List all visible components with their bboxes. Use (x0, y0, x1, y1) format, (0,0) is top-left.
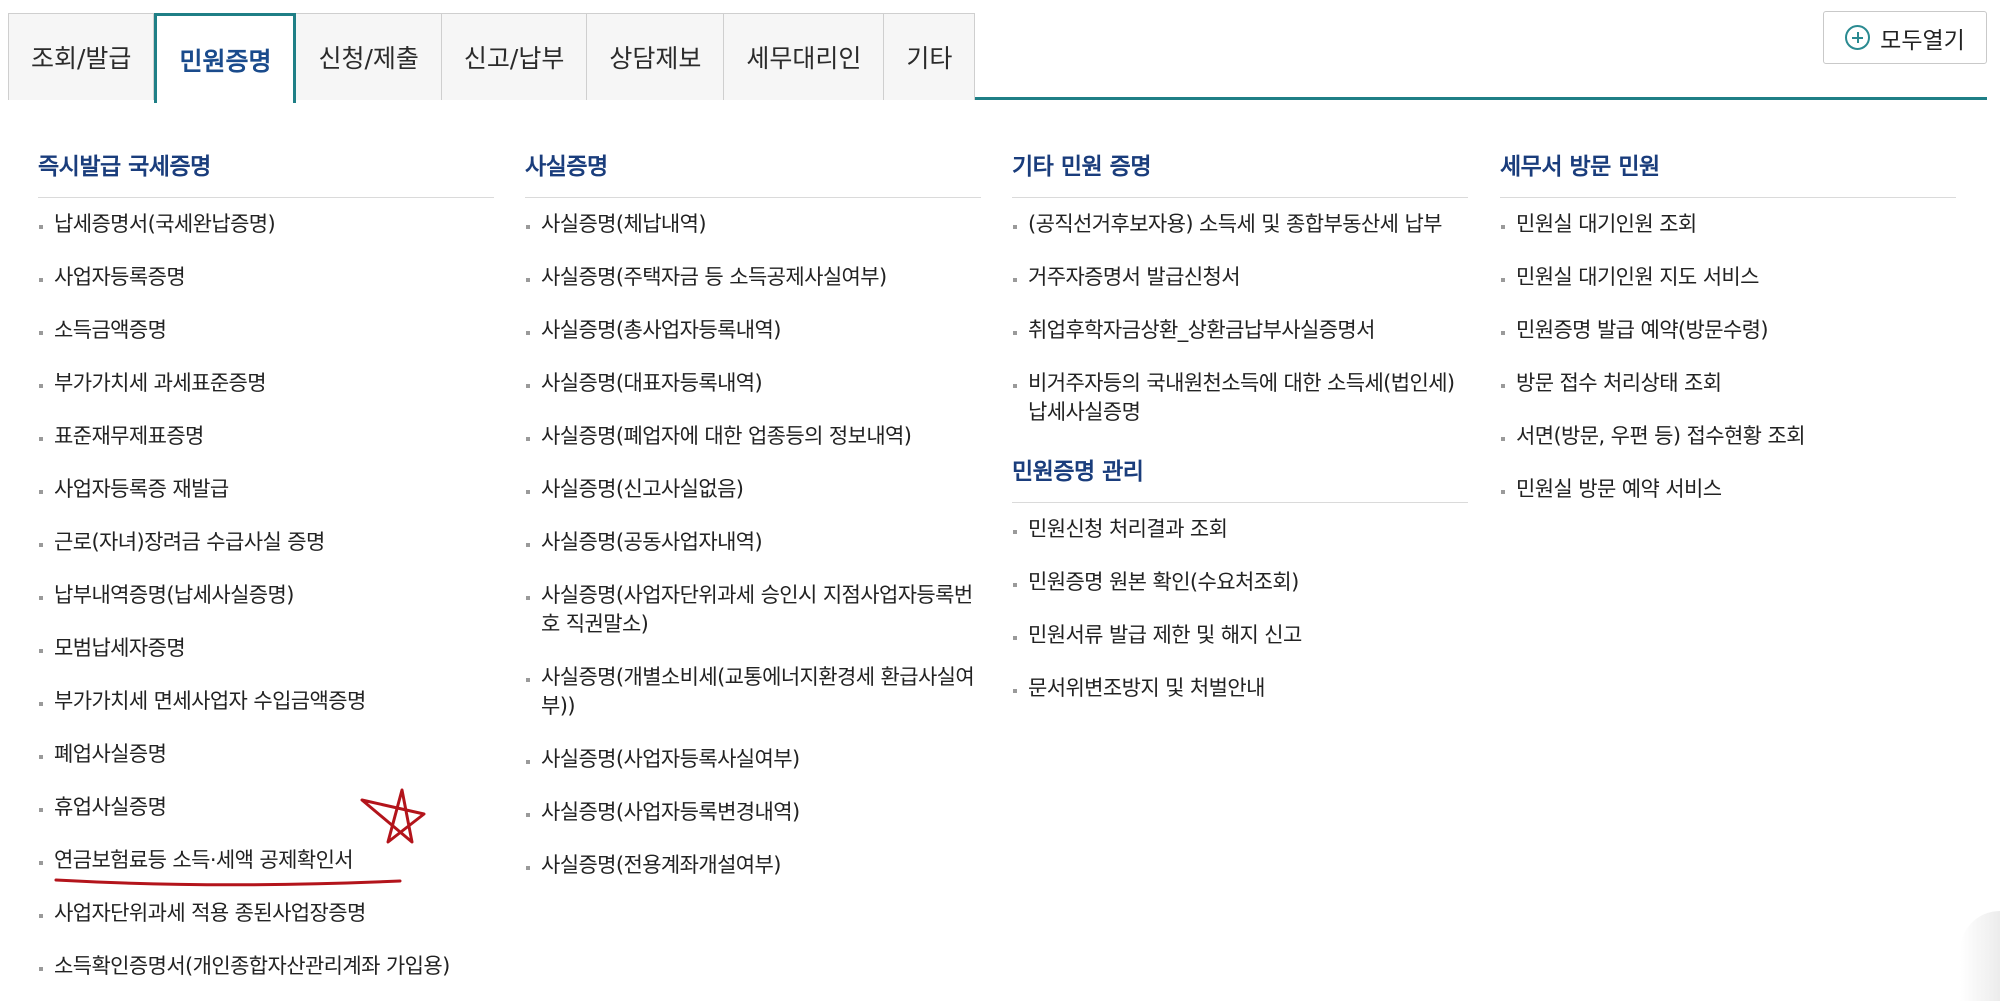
list-item[interactable]: 사실증명(공동사업자내역) (525, 528, 981, 557)
expand-all-label: 모두열기 (1880, 27, 1965, 54)
list-item[interactable]: 비거주자등의 국내원천소득에 대한 소득세(법인세) 납세사실증명 (1012, 369, 1468, 427)
list-item[interactable]: 민원실 대기인원 조회 (1500, 210, 1956, 239)
list-item[interactable]: 민원서류 발급 제한 및 해지 신고 (1012, 621, 1468, 650)
list-item[interactable]: 사실증명(사업자단위과세 승인시 지점사업자등록번호 직권말소) (525, 581, 981, 639)
list-item[interactable]: 문서위변조방지 및 처벌안내 (1012, 674, 1468, 703)
column-tax-office-visit: 세무서 방문 민원 민원실 대기인원 조회 민원실 대기인원 지도 서비스 민원… (1500, 148, 1956, 528)
item-list: 납세증명서(국세완납증명) 사업자등록증명 소득금액증명 부가가치세 과세표준증… (38, 210, 494, 981)
list-item[interactable]: 민원신청 처리결과 조회 (1012, 515, 1468, 544)
column-other-civil-certificates: 기타 민원 증명 (공직선거후보자용) 소득세 및 종합부동산세 납부 거주자증… (1012, 148, 1468, 727)
tab-list: 조회/발급 민원증명 신청/제출 신고/납부 상담제보 세무대리인 기타 (8, 13, 1987, 106)
list-item[interactable]: 민원증명 원본 확인(수요처조회) (1012, 568, 1468, 597)
list-item[interactable]: 사실증명(사업자등록사실여부) (525, 745, 981, 774)
list-item[interactable]: 소득확인증명서(개인종합자산관리계좌 가입용) (38, 952, 494, 981)
item-list: (공직선거후보자용) 소득세 및 종합부동산세 납부 거주자증명서 발급신청서 … (1012, 210, 1468, 427)
page-fold-shadow (1960, 911, 2000, 1001)
list-item[interactable]: 사업자등록증 재발급 (38, 475, 494, 504)
item-list: 민원실 대기인원 조회 민원실 대기인원 지도 서비스 민원증명 발급 예약(방… (1500, 210, 1956, 504)
list-item[interactable]: 부가가치세 과세표준증명 (38, 369, 494, 398)
list-item[interactable]: 납부내역증명(납세사실증명) (38, 581, 494, 610)
menu-tab-bar: 조회/발급 민원증명 신청/제출 신고/납부 상담제보 세무대리인 기타 (8, 13, 1987, 106)
item-list: 사실증명(체납내역) 사실증명(주택자금 등 소득공제사실여부) 사실증명(총사… (525, 210, 981, 880)
tab-tax-agent[interactable]: 세무대리인 (724, 13, 885, 100)
list-item[interactable]: 모범납세자증명 (38, 634, 494, 663)
tab-lookup-issue[interactable]: 조회/발급 (8, 13, 155, 100)
section-title: 즉시발급 국세증명 (38, 148, 494, 198)
list-item[interactable]: 사실증명(사업자등록변경내역) (525, 798, 981, 827)
page-root: 조회/발급 민원증명 신청/제출 신고/납부 상담제보 세무대리인 기타 모두열… (0, 0, 2000, 1001)
list-item[interactable]: 표준재무제표증명 (38, 422, 494, 451)
item-list: 민원신청 처리결과 조회 민원증명 원본 확인(수요처조회) 민원서류 발급 제… (1012, 515, 1468, 703)
list-item[interactable]: 민원증명 발급 예약(방문수령) (1500, 316, 1956, 345)
section-title: 세무서 방문 민원 (1500, 148, 1956, 198)
column-instant-tax-certificates: 즉시발급 국세증명 납세증명서(국세완납증명) 사업자등록증명 소득금액증명 부… (38, 148, 494, 1001)
list-item[interactable]: 사업자단위과세 적용 종된사업장증명 (38, 899, 494, 928)
list-item[interactable]: 민원실 방문 예약 서비스 (1500, 475, 1956, 504)
tab-consult-report[interactable]: 상담제보 (587, 13, 725, 100)
list-item[interactable]: 사실증명(전용계좌개설여부) (525, 851, 981, 880)
tab-report-payment[interactable]: 신고/납부 (441, 13, 588, 100)
list-item[interactable]: 휴업사실증명 (38, 793, 494, 822)
tab-etc[interactable]: 기타 (884, 13, 976, 100)
list-item[interactable]: 납세증명서(국세완납증명) (38, 210, 494, 239)
section-title: 사실증명 (525, 148, 981, 198)
section-title: 민원증명 관리 (1012, 453, 1468, 503)
list-item[interactable]: 부가가치세 면세사업자 수입금액증명 (38, 687, 494, 716)
plus-circle-icon (1845, 25, 1871, 50)
column-fact-certificates: 사실증명 사실증명(체납내역) 사실증명(주택자금 등 소득공제사실여부) 사실… (525, 148, 981, 904)
list-item[interactable]: 취업후학자금상환_상환금납부사실증명서 (1012, 316, 1468, 345)
tab-civil-certificates[interactable]: 민원증명 (154, 13, 297, 106)
list-item[interactable]: 사실증명(신고사실없음) (525, 475, 981, 504)
list-item[interactable]: 사실증명(주택자금 등 소득공제사실여부) (525, 263, 981, 292)
list-item[interactable]: 폐업사실증명 (38, 740, 494, 769)
list-item[interactable]: 사실증명(체납내역) (525, 210, 981, 239)
list-item[interactable]: 근로(자녀)장려금 수급사실 증명 (38, 528, 494, 557)
certificate-management-section: 민원증명 관리 민원신청 처리결과 조회 민원증명 원본 확인(수요처조회) 민… (1012, 453, 1468, 703)
list-item[interactable]: 민원실 대기인원 지도 서비스 (1500, 263, 1956, 292)
section-title: 기타 민원 증명 (1012, 148, 1468, 198)
list-item[interactable]: 사실증명(총사업자등록내역) (525, 316, 981, 345)
list-item[interactable]: 사업자등록증명 (38, 263, 494, 292)
list-item[interactable]: 방문 접수 처리상태 조회 (1500, 369, 1956, 398)
list-item[interactable]: 사실증명(대표자등록내역) (525, 369, 981, 398)
list-item[interactable]: 거주자증명서 발급신청서 (1012, 263, 1468, 292)
list-item[interactable]: 소득금액증명 (38, 316, 494, 345)
list-item[interactable]: 서면(방문, 우편 등) 접수현황 조회 (1500, 422, 1956, 451)
list-item[interactable]: 사실증명(개별소비세(교통에너지환경세 환급사실여부)) (525, 663, 981, 721)
list-item[interactable]: 사실증명(폐업자에 대한 업종등의 정보내역) (525, 422, 981, 451)
list-item-pension-deduction[interactable]: 연금보험료등 소득·세액 공제확인서 (38, 846, 494, 875)
list-item[interactable]: (공직선거후보자용) 소득세 및 종합부동산세 납부 (1012, 210, 1468, 239)
tab-application-submission[interactable]: 신청/제출 (296, 13, 442, 100)
expand-all-button[interactable]: 모두열기 (1823, 11, 1987, 64)
